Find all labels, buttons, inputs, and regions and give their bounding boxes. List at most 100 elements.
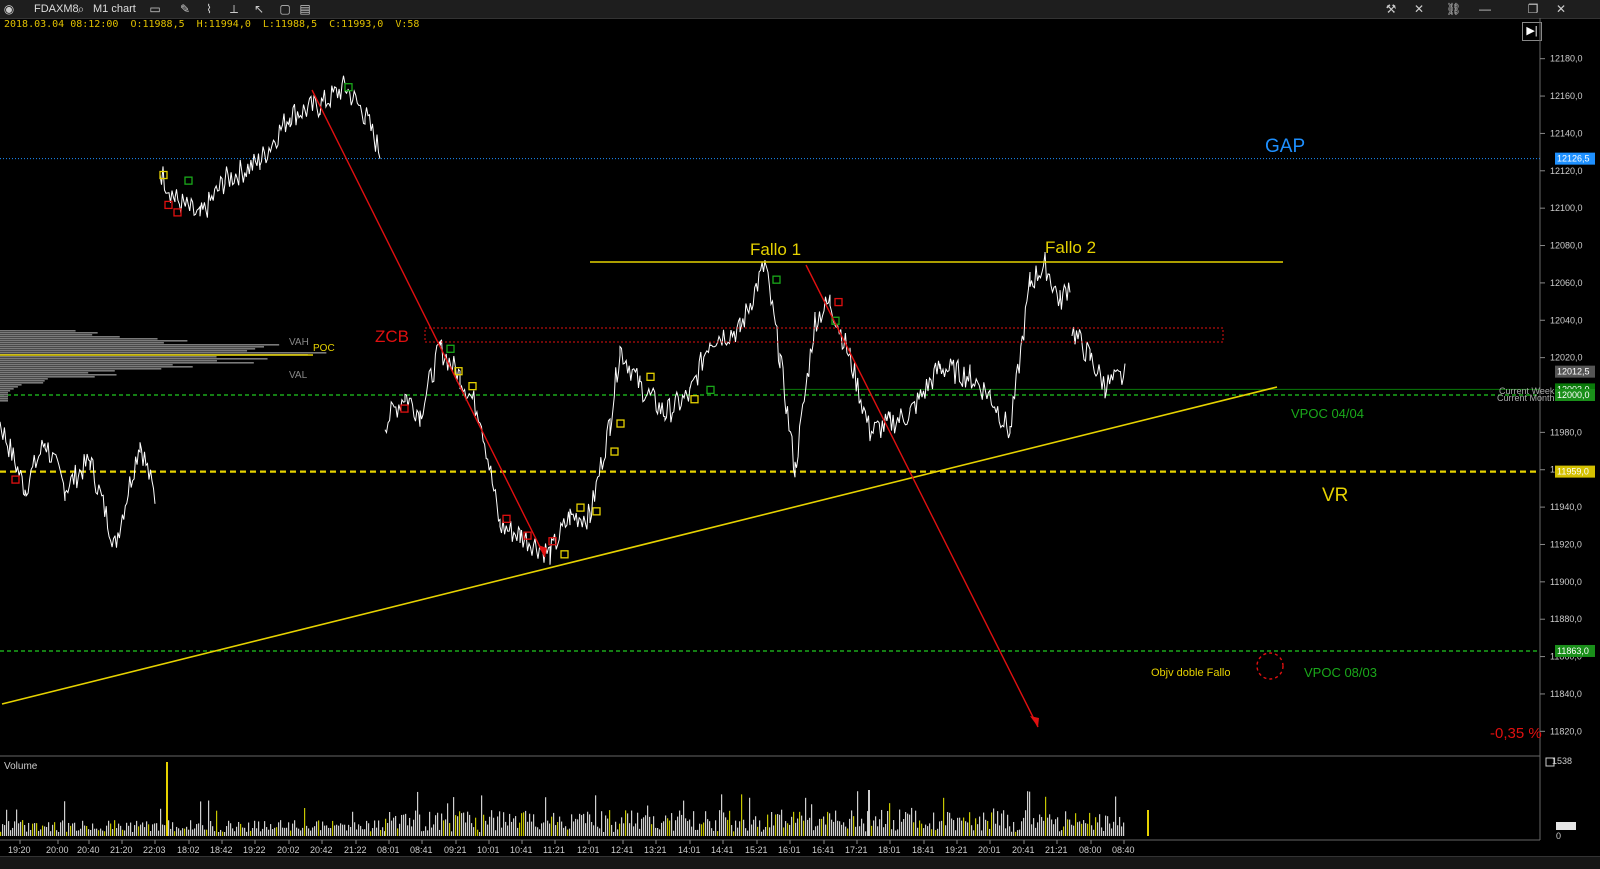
volume-bar <box>1081 823 1083 836</box>
volume-bar <box>1035 827 1037 836</box>
volume-bar <box>589 814 591 836</box>
volume-bar <box>346 830 348 836</box>
volume-bar <box>32 823 34 836</box>
volume-bar <box>413 819 415 836</box>
volume-bar <box>170 828 172 836</box>
volume-bar <box>467 811 469 836</box>
volume-bar <box>865 831 867 836</box>
time-tick-label: 21:21 <box>1045 845 1068 855</box>
volume-bar <box>1045 796 1047 836</box>
time-tick-label: 14:01 <box>678 845 701 855</box>
volume-bar <box>955 830 957 836</box>
fallo2-label: Fallo 2 <box>1045 238 1096 257</box>
volume-bar <box>907 813 909 836</box>
volume-bar <box>599 828 601 836</box>
volume-bar <box>825 824 827 836</box>
volume-bar <box>651 824 653 836</box>
volume-bar <box>56 830 58 836</box>
volume-bar <box>913 822 915 836</box>
trade-marker <box>834 297 843 307</box>
volume-bar <box>1009 826 1011 836</box>
volume-bar <box>282 827 284 836</box>
volume-bar <box>925 824 927 836</box>
volume-bar <box>244 827 246 836</box>
volume-bar <box>1099 814 1101 836</box>
volume-bar <box>409 817 411 836</box>
volume-bar <box>104 831 106 836</box>
volume-profile-bar <box>0 378 48 380</box>
volume-bar <box>915 810 917 836</box>
volume-bar <box>212 826 214 836</box>
time-tick-label: 20:01 <box>978 845 1001 855</box>
volume-bar <box>134 825 136 836</box>
volume-bar <box>44 826 46 836</box>
volume-bar <box>643 817 645 836</box>
volume-bar <box>108 820 110 836</box>
volume-bar <box>1115 796 1117 836</box>
volume-profile-bar <box>0 348 256 350</box>
volume-bar <box>847 828 849 836</box>
volume-bar <box>172 822 174 836</box>
volume-bar <box>971 825 973 836</box>
volume-bar <box>314 826 316 836</box>
volume-bar <box>20 821 22 836</box>
volume-bar <box>230 823 232 836</box>
volume-bar <box>1105 815 1107 836</box>
volume-bar <box>529 813 531 836</box>
volume-bar <box>757 826 759 836</box>
volume-bar <box>497 816 499 836</box>
volume-bar <box>118 823 120 836</box>
volume-bar <box>262 828 264 836</box>
volume-bar <box>128 825 130 836</box>
volume-bar <box>1055 819 1057 836</box>
down-arrow-1[interactable] <box>311 89 546 558</box>
zcb-label: ZCB <box>375 327 409 346</box>
volume-bar <box>799 811 801 836</box>
volume-bar <box>356 829 358 836</box>
volume-bar <box>154 823 156 836</box>
volume-bar <box>773 825 775 836</box>
price-label-text: 12126,5 <box>1557 154 1590 164</box>
volume-bar <box>72 823 74 836</box>
volume-bar <box>12 827 14 836</box>
volume-bar <box>1101 827 1103 836</box>
volume-bar <box>763 829 765 836</box>
volume-bar <box>258 821 260 836</box>
volume-bar <box>306 825 308 836</box>
price-chart[interactable]: 12180,0 12160,0 12140,0 12120,0 12100,0 12080… <box>0 0 1600 868</box>
volume-bar <box>1097 822 1099 836</box>
volume-bar <box>921 823 923 836</box>
volume-bar <box>328 827 330 836</box>
trend-line[interactable] <box>1 386 1278 705</box>
volume-bar <box>178 828 180 836</box>
volume-bar <box>647 805 649 836</box>
volume-bar <box>1051 819 1053 836</box>
volume-bar <box>507 825 509 836</box>
volume-bar <box>555 825 557 836</box>
volume-bar <box>210 821 212 836</box>
volume-bar <box>453 797 455 836</box>
volume-bar <box>447 803 449 836</box>
volume-bar <box>765 826 767 836</box>
volume-bar <box>2 824 4 836</box>
price-tick-label: 11900,0 <box>1550 577 1582 587</box>
volume-profile-bar <box>0 368 162 370</box>
volume-bar <box>753 819 755 836</box>
volume-bar <box>1025 810 1027 836</box>
target-circle[interactable] <box>1256 652 1284 680</box>
time-tick-label: 18:42 <box>210 845 233 855</box>
zcb-zone[interactable] <box>424 327 1224 343</box>
volume-bar <box>246 831 248 836</box>
volume-bar <box>891 829 893 836</box>
volume-bar <box>401 814 403 836</box>
volume-bar <box>525 810 527 836</box>
volume-bar <box>405 813 407 836</box>
volume-bar <box>739 821 741 836</box>
volume-bar <box>715 820 717 836</box>
volume-bar <box>451 831 453 836</box>
volume-bar <box>102 830 104 836</box>
volume-bar <box>1017 830 1019 836</box>
price-tick-label: 11820,0 <box>1550 726 1582 736</box>
volume-bar <box>793 811 795 836</box>
volume-bar <box>340 823 342 836</box>
